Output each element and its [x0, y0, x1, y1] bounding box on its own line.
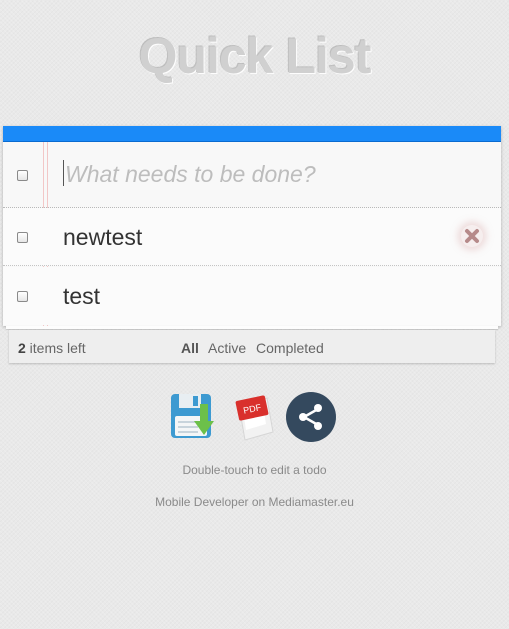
- items-left-number: 2: [18, 340, 26, 356]
- app-title: Quick List: [138, 28, 372, 84]
- todo-label[interactable]: newtest: [63, 224, 142, 250]
- todo-item[interactable]: newtest: [3, 208, 501, 266]
- close-x-icon: [465, 229, 479, 243]
- edit-hint-text: Double-touch to edit a todo: [182, 463, 327, 477]
- save-download-icon: [171, 394, 214, 438]
- toggle-all-checkbox[interactable]: [17, 170, 28, 181]
- card-accent-bar: [3, 126, 501, 142]
- items-left-suffix: items left: [25, 340, 86, 356]
- pdf-icon: PDF: [235, 395, 274, 441]
- delete-todo-button[interactable]: [461, 225, 483, 247]
- todo-card: newtest test: [3, 126, 501, 326]
- save-button[interactable]: [169, 392, 219, 447]
- card-stack-edge: [6, 326, 498, 329]
- todo-toggle-checkbox[interactable]: [17, 291, 28, 302]
- credit-text: Mobile Developer on Mediamaster.eu: [155, 495, 354, 509]
- share-button[interactable]: [286, 392, 336, 447]
- todo-label[interactable]: test: [63, 283, 100, 309]
- filter-active-link[interactable]: Active: [208, 340, 246, 356]
- action-icons-bar: PDF: [0, 392, 509, 444]
- filter-links: All Active Completed: [181, 340, 330, 356]
- new-todo-input[interactable]: [61, 156, 485, 192]
- items-left-count: 2 items left: [18, 340, 86, 356]
- filter-completed-link[interactable]: Completed: [256, 340, 324, 356]
- filter-all-link[interactable]: All: [181, 340, 199, 356]
- pdf-export-button[interactable]: PDF: [233, 392, 277, 447]
- todo-item[interactable]: test: [3, 267, 501, 325]
- todo-footer: 2 items left All Active Completed: [9, 330, 495, 363]
- todo-toggle-checkbox[interactable]: [17, 232, 28, 243]
- new-todo-row: [3, 142, 501, 208]
- share-icon: [286, 392, 336, 442]
